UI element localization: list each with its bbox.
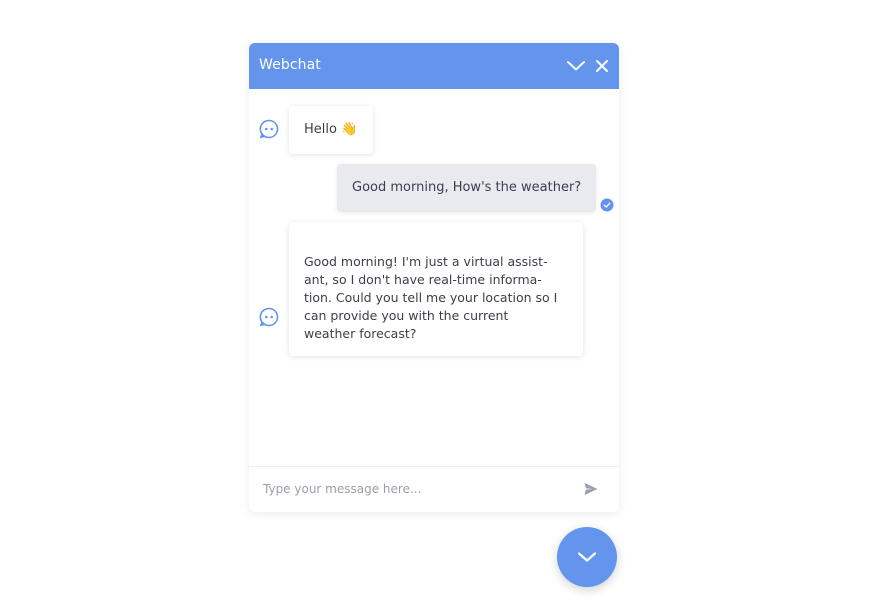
chevron-down-icon: [567, 61, 585, 71]
delivered-check-icon: [600, 197, 614, 212]
message-text: Hello 👋: [304, 122, 358, 137]
chat-title: Webchat: [259, 57, 321, 73]
bot-avatar-icon: [259, 307, 279, 327]
message-list: Hello 👋 Good morning, How's the weather?…: [249, 89, 619, 466]
message-text: Good morning! I'm just a virtual assist-…: [304, 254, 558, 341]
send-icon: [584, 483, 598, 495]
bot-message: Hello 👋: [289, 106, 374, 154]
composer: [249, 466, 619, 512]
chat-window: Webchat Hello 👋 Good morning, How's the …: [249, 43, 619, 512]
user-message: Good morning, How's the weather?: [337, 164, 597, 212]
message-input[interactable]: [263, 479, 563, 499]
chevron-down-icon: [577, 552, 597, 562]
message-text: Good morning, How's the weather?: [352, 180, 582, 195]
close-button[interactable]: [590, 54, 614, 78]
chat-header: Webchat: [249, 43, 619, 89]
bot-message: Good morning! I'm just a virtual assist-…: [289, 222, 583, 356]
bot-avatar-icon: [259, 119, 279, 139]
close-icon: [596, 60, 608, 72]
minimize-button[interactable]: [564, 54, 588, 78]
send-button[interactable]: [583, 481, 599, 497]
launcher-button[interactable]: [557, 527, 617, 587]
